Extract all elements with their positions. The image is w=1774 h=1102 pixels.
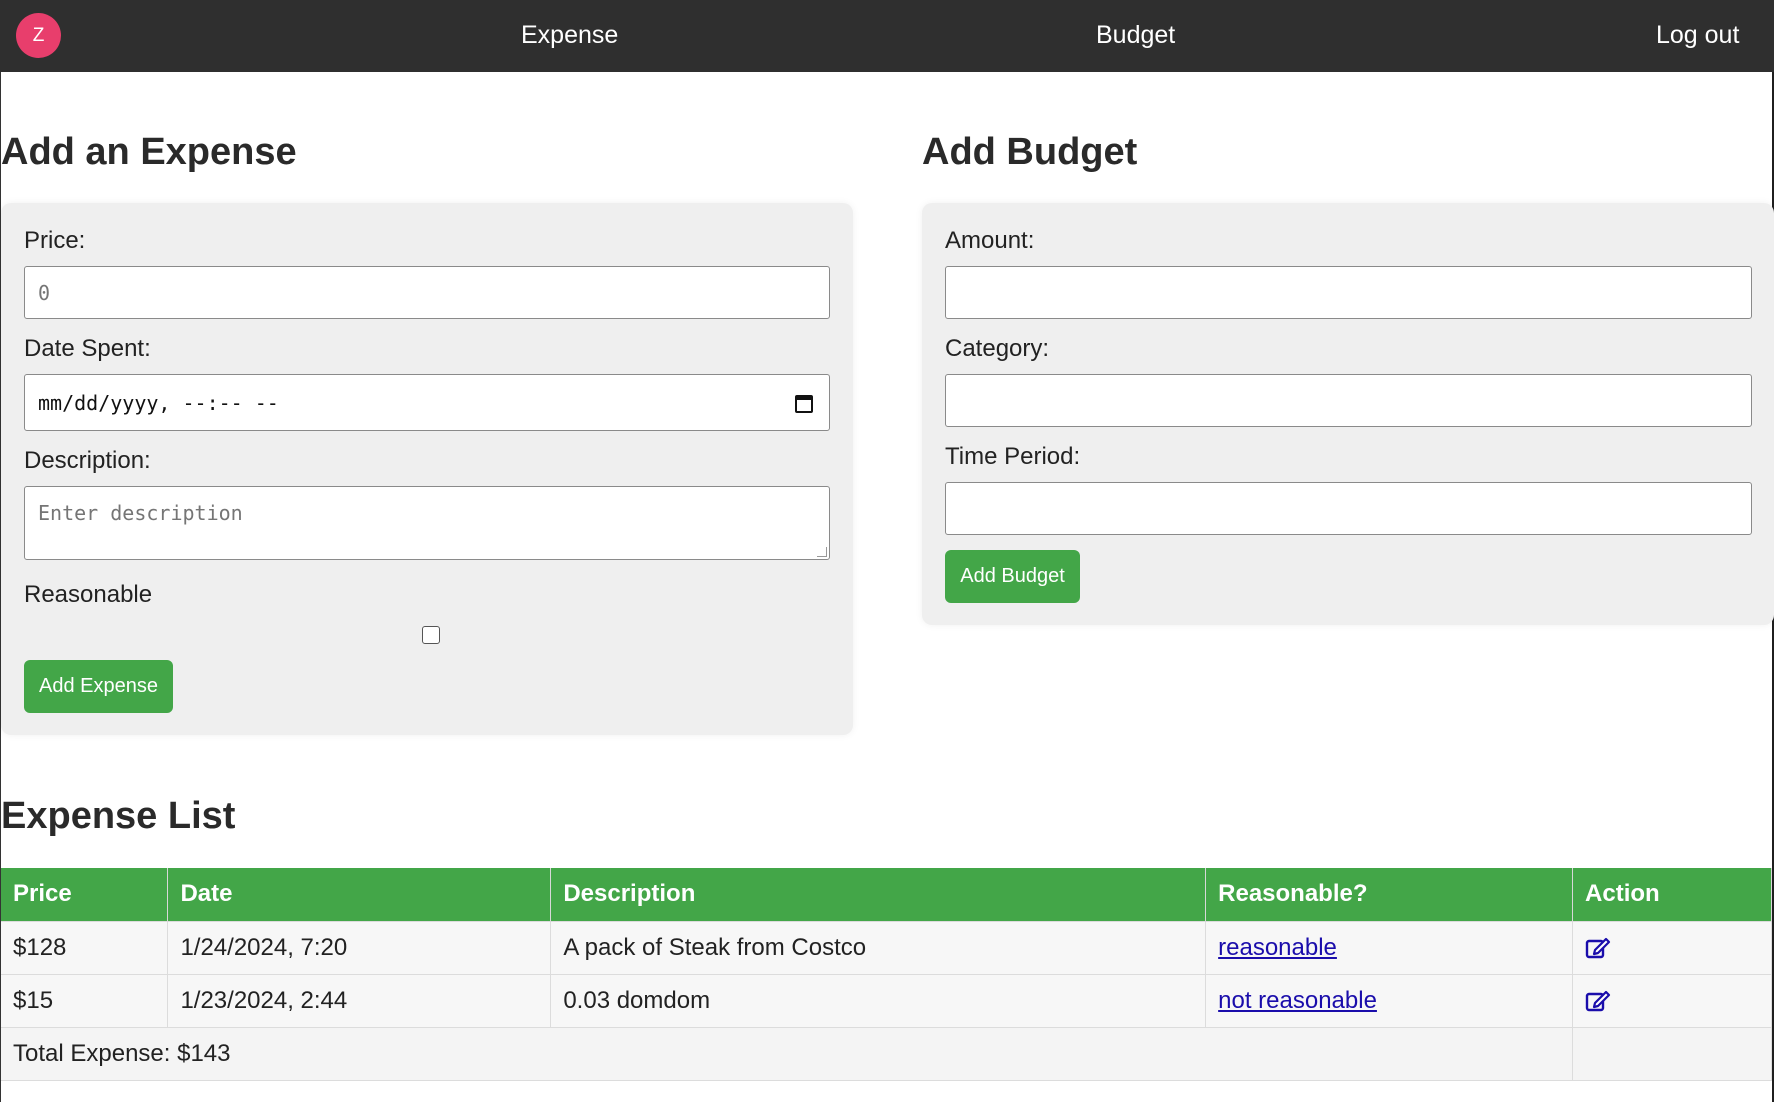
- total-row: Total Expense: $143: [1, 1026, 1772, 1081]
- category-label: Category:: [945, 335, 1050, 362]
- total-row-empty-cell: [1572, 1026, 1772, 1081]
- table-row: $128 1/24/2024, 7:20 A pack of Steak fro…: [1, 920, 1772, 974]
- table-row: $15 1/23/2024, 2:44 0.03 domdom not reas…: [1, 973, 1772, 1027]
- not-reasonable-link[interactable]: not reasonable: [1218, 987, 1377, 1014]
- cell-price: $15: [1, 973, 169, 1027]
- column-header-action: Action: [1572, 868, 1772, 921]
- add-budget-button[interactable]: Add Budget: [945, 550, 1080, 603]
- expense-table: Price Date Description Reasonable? Actio…: [1, 868, 1772, 1081]
- cell-description: A pack of Steak from Costco: [550, 920, 1207, 974]
- cell-action: [1572, 973, 1772, 1027]
- description-label: Description:: [24, 447, 151, 474]
- reasonable-checkbox[interactable]: [422, 626, 440, 644]
- column-header-reasonable[interactable]: Reasonable?: [1205, 868, 1574, 921]
- reasonable-label: Reasonable: [24, 581, 153, 608]
- date-spent-placeholder: mm/dd/yyyy, --:-- --: [38, 390, 279, 415]
- add-budget-title: Add Budget: [922, 131, 1138, 173]
- price-input[interactable]: 0: [24, 266, 830, 319]
- add-budget-card: Amount: Category: Time Period: Add Budge…: [922, 203, 1774, 625]
- price-label: Price:: [24, 227, 86, 254]
- logout-link[interactable]: Log out: [1656, 20, 1739, 50]
- cell-price: $128: [1, 920, 169, 974]
- time-period-input[interactable]: [945, 482, 1752, 535]
- description-textarea[interactable]: Enter description: [24, 486, 830, 560]
- add-expense-button[interactable]: Add Expense: [24, 660, 173, 713]
- expense-list-title: Expense List: [1, 795, 236, 837]
- cell-date: 1/24/2024, 7:20: [167, 920, 552, 974]
- nav-link-budget[interactable]: Budget: [1096, 20, 1175, 50]
- cell-action: [1572, 920, 1772, 974]
- time-period-label: Time Period:: [945, 443, 1081, 470]
- edit-icon[interactable]: [1585, 989, 1611, 1013]
- add-expense-title: Add an Expense: [1, 131, 297, 173]
- calendar-icon[interactable]: [795, 395, 813, 413]
- description-placeholder: Enter description: [38, 501, 243, 525]
- column-header-date[interactable]: Date: [167, 868, 552, 921]
- top-navbar: Z Expense Budget Log out: [0, 0, 1774, 72]
- total-expense: Total Expense: $143: [1, 1026, 1574, 1081]
- table-header-row: Price Date Description Reasonable? Actio…: [1, 868, 1772, 921]
- amount-label: Amount:: [945, 227, 1035, 254]
- column-header-price[interactable]: Price: [1, 868, 169, 921]
- cell-description: 0.03 domdom: [550, 973, 1207, 1027]
- nav-link-expense[interactable]: Expense: [521, 20, 618, 50]
- category-input[interactable]: [945, 374, 1752, 427]
- reasonable-link[interactable]: reasonable: [1218, 934, 1337, 961]
- cell-reasonable: not reasonable: [1205, 973, 1574, 1027]
- amount-input[interactable]: [945, 266, 1752, 319]
- date-spent-label: Date Spent:: [24, 335, 151, 362]
- resize-grip-icon[interactable]: [817, 547, 827, 557]
- price-input-value: 0: [38, 280, 51, 305]
- cell-date: 1/23/2024, 2:44: [167, 973, 552, 1027]
- edit-icon[interactable]: [1585, 936, 1611, 960]
- add-expense-card: Price: 0 Date Spent: mm/dd/yyyy, --:-- -…: [1, 203, 853, 735]
- cell-reasonable: reasonable: [1205, 920, 1574, 974]
- column-header-description[interactable]: Description: [550, 868, 1207, 921]
- date-spent-input[interactable]: mm/dd/yyyy, --:-- --: [24, 374, 830, 431]
- user-avatar[interactable]: Z: [16, 13, 61, 58]
